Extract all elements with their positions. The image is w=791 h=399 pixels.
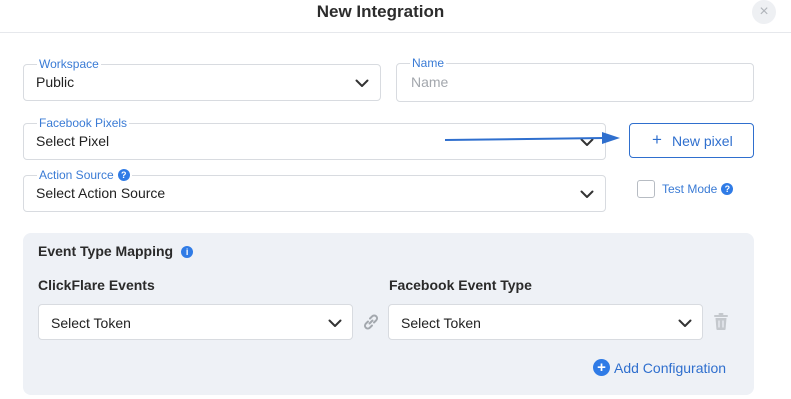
chevron-down-icon (678, 319, 692, 328)
modal-title: New Integration (316, 2, 445, 21)
facebook-pixels-label: Facebook Pixels (37, 116, 130, 130)
workspace-value: Public (36, 74, 75, 90)
clickflare-token-value: Select Token (51, 315, 131, 331)
mapping-title: Event Type Mapping i (38, 243, 194, 259)
action-source-label: Action Source? (37, 168, 132, 182)
action-source-select[interactable]: Action Source? Select Action Source (23, 168, 606, 212)
facebook-token-select[interactable]: Select Token (388, 304, 703, 340)
workspace-select[interactable]: Workspace Public (23, 57, 381, 101)
chevron-down-icon (355, 79, 369, 88)
name-field[interactable]: Name Name (396, 56, 754, 102)
add-configuration-label: Add Configuration (614, 360, 727, 376)
close-icon[interactable]: × (752, 0, 776, 24)
action-source-value: Select Action Source (36, 185, 166, 201)
chevron-down-icon (580, 190, 594, 199)
name-label: Name (410, 56, 447, 70)
info-icon[interactable]: i (181, 246, 194, 258)
test-mode-label: Test Mode? (662, 182, 734, 196)
arrow-annotation-icon (444, 132, 620, 144)
clickflare-token-select[interactable]: Select Token (38, 304, 353, 340)
facebook-event-type-header: Facebook Event Type (389, 277, 532, 293)
help-icon[interactable]: ? (117, 169, 130, 181)
mapping-title-text: Event Type Mapping (38, 243, 174, 259)
new-integration-modal: New Integration × Workspace Public Name … (0, 0, 791, 399)
facebook-pixels-value: Select Pixel (36, 133, 110, 149)
workspace-label: Workspace (37, 57, 101, 71)
new-pixel-label: New pixel (672, 133, 733, 149)
new-pixel-button[interactable]: + New pixel (629, 123, 754, 158)
plus-circle-icon: + (593, 359, 610, 376)
plus-icon: + (652, 130, 662, 149)
facebook-token-value: Select Token (401, 315, 481, 331)
trash-icon[interactable] (713, 313, 729, 330)
modal-header: New Integration × (0, 0, 791, 33)
action-source-label-text: Action Source (39, 168, 114, 182)
chevron-down-icon (328, 319, 342, 328)
test-mode-checkbox[interactable] (637, 180, 655, 198)
clickflare-events-header: ClickFlare Events (38, 277, 155, 293)
help-icon[interactable]: ? (721, 183, 734, 195)
event-type-mapping-panel: Event Type Mapping i ClickFlare Events Fa… (23, 233, 754, 395)
link-icon (363, 314, 379, 330)
test-mode-label-text: Test Mode (662, 182, 718, 196)
name-input[interactable]: Name (411, 74, 448, 90)
